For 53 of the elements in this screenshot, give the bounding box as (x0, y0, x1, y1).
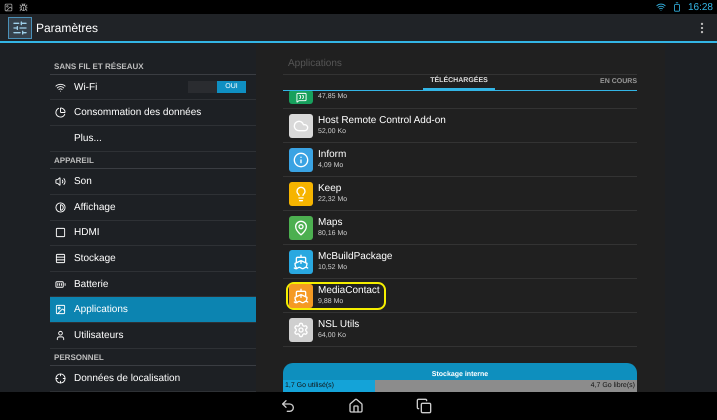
battery-icon (672, 2, 682, 12)
section-header: APPAREIL (50, 152, 256, 170)
settings-item[interactable]: Applications (50, 297, 256, 323)
app-name: NSL Utils (318, 318, 360, 331)
user-icon (55, 330, 66, 341)
chat-bubble-icon (289, 91, 313, 104)
app-name: Keep (318, 182, 342, 195)
square-icon (55, 227, 66, 238)
recent-apps-icon[interactable] (416, 398, 432, 414)
app-name: MediaContact (318, 284, 380, 297)
cloud-icon (289, 114, 313, 138)
home-icon[interactable] (348, 398, 364, 414)
section-header: SANS FIL ET RÉSEAUX (50, 57, 256, 75)
image-icon (55, 304, 66, 316)
app-name: Inform (318, 148, 346, 161)
lightbulb-icon (289, 182, 313, 206)
battery-icon (55, 278, 66, 290)
item-label: Batterie (74, 278, 108, 292)
gear-icon (289, 318, 313, 342)
clock-time: 16:28 (688, 0, 713, 14)
item-label: Affichage (74, 200, 116, 215)
item-label: Wi-Fi (74, 80, 98, 95)
item-label: Données de localisation (74, 372, 180, 386)
section-header: PERSONNEL (50, 348, 256, 366)
settings-item[interactable]: Consommation des données (50, 100, 256, 126)
item-label: Plus... (74, 132, 102, 146)
item-label: Son (74, 175, 92, 190)
storage-icon (55, 252, 66, 264)
item-label: Consommation des données (74, 106, 202, 120)
settings-item[interactable]: HDMI (50, 220, 256, 246)
item-label: HDMI (74, 226, 100, 240)
pie-chart-icon (55, 107, 66, 118)
wifi-icon (55, 82, 66, 93)
app-name: McBuildPackage (318, 250, 392, 263)
window-title: Paramètres (36, 20, 98, 36)
settings-sliders-icon[interactable] (8, 16, 32, 38)
settings-item[interactable]: Stockage (50, 246, 256, 272)
settings-item[interactable]: Affichage (50, 194, 256, 221)
map-pin-icon (289, 216, 313, 240)
item-label: Stockage (74, 252, 116, 266)
item-label: Applications (74, 303, 128, 318)
item-label: Utilisateurs (74, 328, 124, 343)
app-name: Maps (318, 216, 344, 229)
contrast-icon (55, 202, 66, 213)
wifi-icon (656, 2, 666, 12)
app-name: Host Remote Control Add-on (318, 114, 446, 127)
image-icon (4, 2, 13, 12)
bug-icon (19, 2, 28, 12)
speaker-icon (55, 176, 66, 188)
location-icon (55, 373, 66, 384)
back-icon[interactable] (280, 398, 296, 414)
settings-item[interactable]: Son (50, 169, 256, 195)
info-icon (289, 148, 313, 172)
